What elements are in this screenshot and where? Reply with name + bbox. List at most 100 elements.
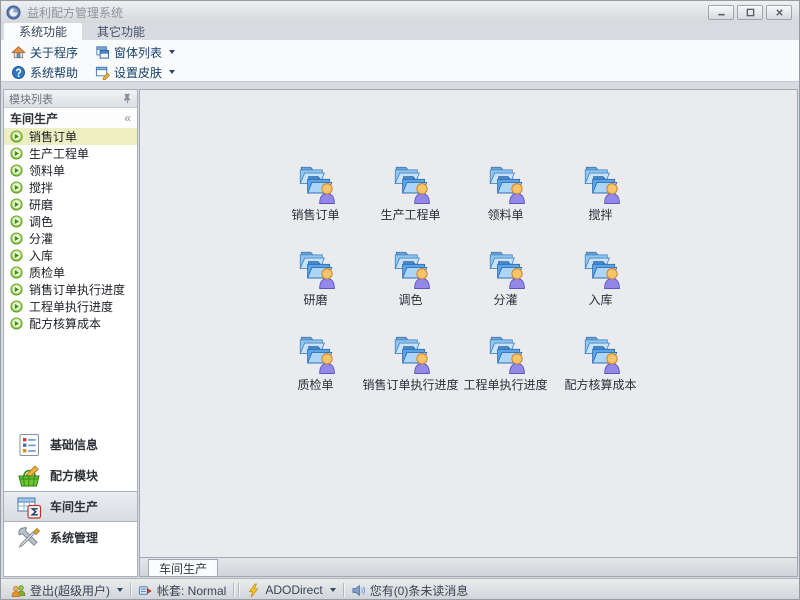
app-window: 益利配方管理系统 系统功能 其它功能 关于程序 窗体列表	[0, 0, 800, 600]
set-skin-label: 设置皮肤	[114, 64, 162, 81]
about-program-label: 关于程序	[30, 44, 78, 61]
sidebar-item-label: 销售订单	[29, 128, 77, 145]
pin-icon[interactable]	[123, 93, 132, 104]
logout-button[interactable]: 登出(超级用户)	[6, 582, 128, 599]
window-title: 益利配方管理系统	[27, 4, 123, 21]
section-formula-module[interactable]: 配方模块	[4, 460, 137, 491]
speaker-icon	[351, 583, 366, 598]
folder-user-icon	[485, 247, 527, 289]
tools-icon	[16, 525, 42, 551]
sidebar-item-quality-inspection[interactable]: 质检单	[4, 264, 137, 281]
sidebar-item-label: 分灌	[29, 230, 53, 247]
system-help-button[interactable]: 系统帮助	[7, 63, 91, 82]
separator	[233, 583, 234, 597]
shortcut-label: 配方核算成本	[564, 376, 636, 393]
sidebar-item-label: 工程单执行进度	[29, 298, 113, 315]
sidebar-item-mixing[interactable]: 搅拌	[4, 179, 137, 196]
shortcut-tinting[interactable]: 调色	[363, 247, 458, 332]
basket-icon	[16, 463, 42, 489]
folder-user-icon	[485, 332, 527, 374]
section-label: 车间生产	[50, 498, 98, 515]
shortcut-warehousing[interactable]: 入库	[553, 247, 648, 332]
main-content-panel: 销售订单 生产工程单 领料单 搅拌 研磨	[139, 89, 798, 558]
section-workshop-production[interactable]: 车间生产	[4, 491, 137, 522]
account-set-indicator[interactable]: 帐套: Normal	[133, 582, 231, 599]
shortcut-label: 入库	[588, 291, 612, 308]
green-arrow-icon	[10, 164, 23, 177]
window-list-icon	[95, 45, 110, 60]
data-provider-button[interactable]: ADODirect	[241, 583, 340, 598]
sidebar-item-label: 研磨	[29, 196, 53, 213]
users-icon	[11, 583, 26, 598]
dropdown-arrow-icon	[117, 588, 123, 592]
green-arrow-icon	[10, 181, 23, 194]
sidebar-item-tinting[interactable]: 调色	[4, 213, 137, 230]
sidebar-group-header[interactable]: 车间生产 «	[4, 108, 137, 128]
sidebar-item-label: 配方核算成本	[29, 315, 101, 332]
dropdown-arrow-icon	[169, 50, 175, 54]
tab-system-functions[interactable]: 系统功能	[4, 23, 82, 40]
unread-messages-indicator[interactable]: 您有(0)条未读消息	[346, 582, 474, 599]
section-label: 配方模块	[50, 467, 98, 484]
sidebar-item-label: 调色	[29, 213, 53, 230]
help-icon	[11, 65, 26, 80]
shortcut-material-requisition[interactable]: 领料单	[458, 162, 553, 247]
ribbon-toolbar: 关于程序 窗体列表 系统帮助 设置皮肤	[1, 40, 799, 82]
section-basic-info[interactable]: 基础信息	[4, 429, 137, 460]
title-bar: 益利配方管理系统	[1, 1, 799, 23]
provider-label: ADODirect	[265, 583, 322, 597]
shortcut-filling[interactable]: 分灌	[458, 247, 553, 332]
shortcut-quality-inspection[interactable]: 质检单	[268, 332, 363, 417]
shortcut-work-order-progress[interactable]: 工程单执行进度	[458, 332, 553, 417]
shortcut-label: 搅拌	[588, 206, 612, 223]
shortcut-sales-order[interactable]: 销售订单	[268, 162, 363, 247]
sidebar-item-production-order[interactable]: 生产工程单	[4, 145, 137, 162]
account-label: 帐套: Normal	[157, 582, 226, 599]
green-arrow-icon	[10, 249, 23, 262]
green-arrow-icon	[10, 215, 23, 228]
close-button[interactable]	[766, 5, 792, 20]
list-icon	[16, 432, 42, 458]
shortcut-grinding[interactable]: 研磨	[268, 247, 363, 332]
folder-user-icon	[390, 332, 432, 374]
sidebar-item-work-order-progress[interactable]: 工程单执行进度	[4, 298, 137, 315]
set-skin-button[interactable]: 设置皮肤	[91, 63, 179, 82]
maximize-icon	[746, 8, 755, 17]
shortcut-label: 调色	[398, 291, 422, 308]
sidebar-item-formula-costing[interactable]: 配方核算成本	[4, 315, 137, 332]
sidebar-item-filling[interactable]: 分灌	[4, 230, 137, 247]
shortcut-production-order[interactable]: 生产工程单	[363, 162, 458, 247]
sidebar-item-label: 搅拌	[29, 179, 53, 196]
sidebar-item-sales-order-progress[interactable]: 销售订单执行进度	[4, 281, 137, 298]
sidebar-item-label: 生产工程单	[29, 145, 89, 162]
sidebar-item-grinding[interactable]: 研磨	[4, 196, 137, 213]
document-tab-strip: 车间生产	[139, 558, 798, 577]
shortcut-label: 销售订单执行进度	[363, 376, 459, 393]
tab-workshop-production[interactable]: 车间生产	[148, 559, 218, 576]
tab-other-functions[interactable]: 其它功能	[82, 23, 160, 40]
collapse-icon[interactable]: «	[124, 111, 131, 125]
maximize-button[interactable]	[737, 5, 763, 20]
sidebar-item-material-requisition[interactable]: 领料单	[4, 162, 137, 179]
shortcut-label: 生产工程单	[380, 206, 440, 223]
green-arrow-icon	[10, 232, 23, 245]
folder-user-icon	[295, 332, 337, 374]
shortcut-mixing[interactable]: 搅拌	[553, 162, 648, 247]
minimize-button[interactable]	[708, 5, 734, 20]
section-system-management[interactable]: 系统管理	[4, 522, 137, 553]
shortcut-formula-costing[interactable]: 配方核算成本	[553, 332, 648, 417]
shortcut-label: 研磨	[303, 291, 327, 308]
window-body: 模块列表 车间生产 « 销售订单 生产工程单 领料单 搅拌	[1, 83, 799, 578]
sidebar-item-sales-order[interactable]: 销售订单	[4, 128, 137, 145]
skin-icon	[95, 65, 110, 80]
system-help-label: 系统帮助	[30, 64, 78, 81]
sidebar-group-title: 车间生产	[10, 110, 58, 127]
window-list-button[interactable]: 窗体列表	[91, 43, 179, 62]
sidebar-item-warehousing[interactable]: 入库	[4, 247, 137, 264]
sidebar-item-label: 入库	[29, 247, 53, 264]
minimize-icon	[717, 8, 726, 17]
shortcut-sales-order-progress[interactable]: 销售订单执行进度	[363, 332, 458, 417]
green-arrow-icon	[10, 130, 23, 143]
green-arrow-icon	[10, 283, 23, 296]
about-program-button[interactable]: 关于程序	[7, 43, 91, 62]
